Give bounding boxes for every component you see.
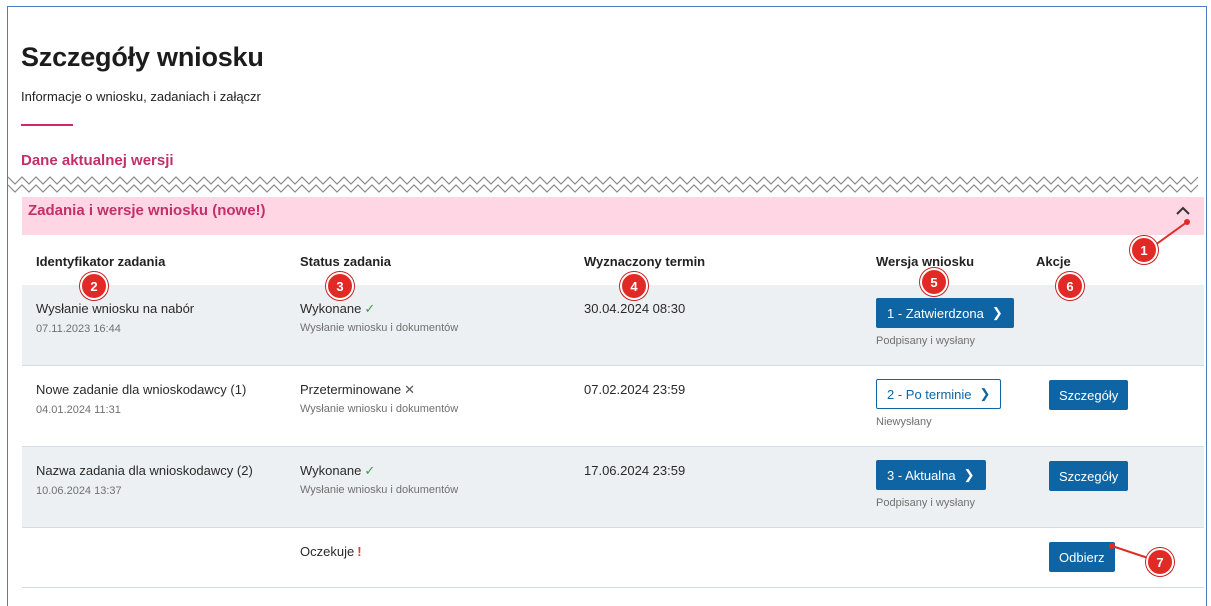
version-1-button[interactable]: 1 - Zatwierdzona ❯ <box>876 298 1014 328</box>
col-header-deadline: Wyznaczony termin <box>584 254 706 269</box>
version-3-button[interactable]: 3 - Aktualna ❯ <box>876 460 986 490</box>
cross-icon: ✕ <box>404 382 416 397</box>
task-status-detail: Wysłanie wniosku i dokumentów <box>300 484 459 496</box>
zigzag-break-divider <box>8 176 1199 193</box>
col-header-status: Status zadania <box>300 254 392 269</box>
col-header-version: Wersja wniosku <box>876 254 975 269</box>
annotation-badge-4: 4 <box>620 272 648 300</box>
version-status: Podpisany i wysłany <box>876 335 976 347</box>
task-status-detail: Wysłanie wniosku i dokumentów <box>300 322 459 334</box>
task-date: 04.01.2024 11:31 <box>36 404 121 416</box>
page-title: Szczegóły wniosku <box>21 42 264 72</box>
task-deadline: 30.04.2024 08:30 <box>584 301 686 316</box>
task-name: Nazwa zadania dla wnioskodawcy (2) <box>36 463 253 478</box>
table-row: Nazwa zadania dla wnioskodawcy (2) 10.06… <box>22 447 1204 528</box>
task-deadline: 07.02.2024 23:59 <box>584 382 686 397</box>
exclamation-icon: ! <box>357 544 362 559</box>
task-name: Nowe zadanie dla wnioskodawcy (1) <box>36 382 247 397</box>
annotation-badge-2: 2 <box>80 272 108 300</box>
details-button[interactable]: Szczegóły <box>1049 461 1129 491</box>
col-header-actions: Akcje <box>1036 254 1071 269</box>
annotation-badge-6: 6 <box>1056 272 1084 300</box>
task-name: Wysłanie wniosku na nabór <box>36 301 195 316</box>
chevron-right-icon: ❯ <box>963 467 975 482</box>
receive-button[interactable]: Odbierz <box>1049 542 1115 572</box>
task-date: 10.06.2024 13:37 <box>36 485 122 497</box>
table-row: Oczekuje! Odbierz <box>22 528 1204 588</box>
tasks-panel-title: Zadania i wersje wniosku (nowe!) <box>28 202 266 219</box>
annotation-badge-7: 7 <box>1146 548 1174 576</box>
page-subtitle: Informacje o wniosku, zadaniach i załącz… <box>21 89 261 104</box>
table-row: Wysłanie wniosku na nabór 07.11.2023 16:… <box>22 285 1204 366</box>
version-2-button[interactable]: 2 - Po terminie ❯ <box>876 379 1002 409</box>
col-header-id: Identyfikator zadania <box>36 254 166 269</box>
check-icon: ✓ <box>364 463 376 478</box>
annotation-badge-3: 3 <box>326 272 354 300</box>
task-status: Wykonane ✓ <box>300 463 376 478</box>
check-icon: ✓ <box>364 301 376 316</box>
annotation-badge-5: 5 <box>920 268 948 296</box>
annotation-badge-1: 1 <box>1130 236 1158 264</box>
chevron-right-icon: ❯ <box>979 386 991 401</box>
chevron-right-icon: ❯ <box>991 305 1003 320</box>
task-status: Przeterminowane ✕ <box>300 382 416 397</box>
task-status: Oczekuje! <box>300 544 362 559</box>
task-deadline: 17.06.2024 23:59 <box>584 463 686 478</box>
task-status: Wykonane ✓ <box>300 301 376 316</box>
task-status-detail: Wysłanie wniosku i dokumentów <box>300 403 459 415</box>
section-current-version: Dane aktualnej wersji <box>21 152 174 169</box>
version-status: Podpisany i wysłany <box>876 497 976 509</box>
table-row: Nowe zadanie dla wnioskodawcy (1) 04.01.… <box>22 366 1204 447</box>
accent-divider <box>21 124 73 126</box>
details-button[interactable]: Szczegóły <box>1049 380 1129 410</box>
task-date: 07.11.2023 16:44 <box>36 323 121 335</box>
chevron-up-icon[interactable] <box>1175 204 1191 216</box>
version-status: Niewysłany <box>876 416 932 428</box>
